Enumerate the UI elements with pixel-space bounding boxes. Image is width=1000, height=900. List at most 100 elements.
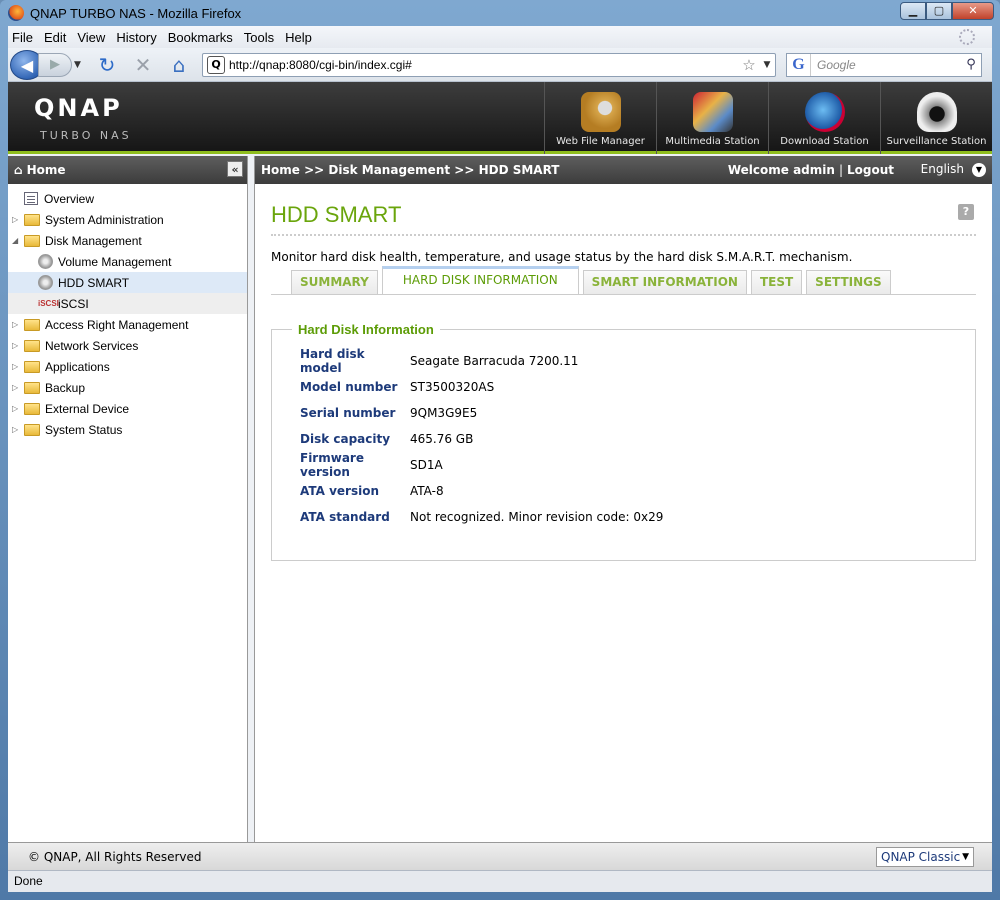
surveillance-station-link[interactable]: Surveillance Station xyxy=(880,82,992,154)
url-bar[interactable]: Q http://qnap:8080/cgi-bin/index.cgi# ☆ … xyxy=(202,52,776,77)
collapse-sidebar-icon[interactable]: « xyxy=(227,161,243,177)
expand-arrow-icon[interactable]: ▷ xyxy=(12,404,24,413)
search-bar[interactable]: G Google ⚲ xyxy=(786,52,982,77)
navigation-toolbar: ◀ ▶ ▼ ↻ ✕ ⌂ Q http://qnap:8080/cgi-bin/i… xyxy=(8,48,992,82)
logout-link[interactable]: Logout xyxy=(847,163,894,177)
info-label: ATA standard xyxy=(300,510,390,524)
expand-arrow-icon[interactable]: ▷ xyxy=(12,383,24,392)
main-panel: Home >> Disk Management >> HDD SMART Wel… xyxy=(254,156,992,842)
sidebar-item-hdd-smart[interactable]: HDD SMART xyxy=(8,272,247,293)
info-value: 9QM3G9E5 xyxy=(410,406,478,420)
status-bar: Done xyxy=(8,870,992,892)
tab-test[interactable]: TEST xyxy=(750,270,803,294)
sidebar-item-network-services[interactable]: ▷ Network Services xyxy=(8,335,247,356)
sidebar-item-applications[interactable]: ▷ Applications xyxy=(8,356,247,377)
throbber-icon xyxy=(959,29,975,45)
content-area: HDD SMART ? Monitor hard disk health, te… xyxy=(255,184,992,561)
sidebar-item-external-device[interactable]: ▷ External Device xyxy=(8,398,247,419)
tab-bar: SUMMARY HARD DISK INFORMATION SMART INFO… xyxy=(291,266,976,294)
tab-hard-disk-information[interactable]: HARD DISK INFORMATION xyxy=(381,266,579,294)
download-station-icon xyxy=(804,92,845,132)
sidebar: ⌂ Home « Overview ▷ System Administratio… xyxy=(8,156,248,842)
expand-arrow-icon[interactable]: ▷ xyxy=(12,215,24,224)
reload-icon[interactable]: ↻ xyxy=(92,51,122,79)
help-icon[interactable]: ? xyxy=(958,204,974,220)
tab-settings[interactable]: SETTINGS xyxy=(806,270,891,294)
download-station-link[interactable]: Download Station xyxy=(768,82,880,154)
surveillance-station-icon xyxy=(916,92,957,132)
folder-icon xyxy=(24,423,40,436)
page-title: HDD SMART xyxy=(271,202,976,236)
status-text: Done xyxy=(14,874,43,888)
folder-icon xyxy=(24,402,40,415)
info-row: Model number ST3500320AS xyxy=(300,374,975,400)
sidebar-item-backup[interactable]: ▷ Backup xyxy=(8,377,247,398)
info-row: Firmware version SD1A xyxy=(300,451,975,479)
close-button[interactable]: ✕ xyxy=(952,2,994,20)
search-input[interactable]: Google xyxy=(811,58,961,72)
info-label: Model number xyxy=(300,380,398,394)
tab-summary[interactable]: SUMMARY xyxy=(291,270,378,294)
info-row: Hard disk model Seagate Barracuda 7200.1… xyxy=(300,347,975,375)
history-dropdown-icon[interactable]: ▼ xyxy=(74,60,86,70)
home-icon[interactable]: ⌂ xyxy=(164,51,194,79)
url-dropdown-icon[interactable]: ▼ xyxy=(759,60,775,70)
menu-bookmarks[interactable]: Bookmarks xyxy=(168,30,233,45)
minimize-button[interactable]: ▁ xyxy=(900,2,926,20)
iscsi-icon: iSCSI xyxy=(38,299,59,308)
info-value: ATA-8 xyxy=(410,484,444,498)
stop-icon[interactable]: ✕ xyxy=(128,51,158,79)
firefox-icon xyxy=(8,5,24,21)
sidebar-item-overview[interactable]: Overview xyxy=(8,188,247,209)
menu-help[interactable]: Help xyxy=(285,30,312,45)
browser-client: File Edit View History Bookmarks Tools H… xyxy=(8,26,992,892)
page-description: Monitor hard disk health, temperature, a… xyxy=(271,250,853,264)
folder-icon xyxy=(24,339,40,352)
folder-icon xyxy=(24,360,40,373)
sidebar-item-volume-management[interactable]: Volume Management xyxy=(8,251,247,272)
expand-arrow-icon[interactable]: ▷ xyxy=(12,320,24,329)
bookmark-star-icon[interactable]: ☆ xyxy=(739,56,759,74)
folder-open-icon xyxy=(24,234,40,247)
expand-arrow-icon[interactable]: ▷ xyxy=(12,341,24,350)
multimedia-station-link[interactable]: Multimedia Station xyxy=(656,82,768,154)
menu-edit[interactable]: Edit xyxy=(44,30,66,45)
web-file-manager-link[interactable]: Web File Manager xyxy=(544,82,656,154)
menu-view[interactable]: View xyxy=(77,30,105,45)
info-label: Disk capacity xyxy=(300,432,391,446)
sidebar-item-disk-management[interactable]: ◢ Disk Management xyxy=(8,230,247,251)
qnap-subtitle: TURBO NAS xyxy=(40,129,132,142)
expand-arrow-icon[interactable]: ▷ xyxy=(12,425,24,434)
menu-tools[interactable]: Tools xyxy=(244,30,274,45)
forward-button[interactable]: ▶ xyxy=(38,52,72,77)
maximize-button[interactable]: ▢ xyxy=(926,2,952,20)
url-input[interactable]: http://qnap:8080/cgi-bin/index.cgi# xyxy=(229,58,739,72)
sidebar-item-access-right-management[interactable]: ▷ Access Right Management xyxy=(8,314,247,335)
google-engine-icon[interactable]: G xyxy=(787,53,811,76)
sidebar-item-system-status[interactable]: ▷ System Status xyxy=(8,419,247,440)
info-value: Not recognized. Minor revision code: 0x2… xyxy=(410,510,664,524)
tab-smart-information[interactable]: SMART INFORMATION xyxy=(582,270,747,294)
window-title: QNAP TURBO NAS - Mozilla Firefox xyxy=(30,5,242,21)
sidebar-item-system-administration[interactable]: ▷ System Administration xyxy=(8,209,247,230)
expand-arrow-icon[interactable]: ▷ xyxy=(12,362,24,371)
chevron-down-icon: ▼ xyxy=(962,852,969,862)
info-label: ATA version xyxy=(300,484,379,498)
breadcrumb: Home >> Disk Management >> HDD SMART xyxy=(261,163,560,177)
search-icon[interactable]: ⚲ xyxy=(961,57,981,72)
breadcrumb-bar: Home >> Disk Management >> HDD SMART Wel… xyxy=(255,156,992,184)
theme-select[interactable]: QNAP Classic ▼ xyxy=(876,847,974,867)
page-footer: © QNAP, All Rights Reserved QNAP Classic… xyxy=(8,842,992,870)
sidebar-item-iscsi[interactable]: iSCSI iSCSI xyxy=(8,293,247,314)
qnap-header: QNAP TURBO NAS Web File Manager Multimed… xyxy=(8,82,992,154)
language-label[interactable]: English xyxy=(921,162,964,176)
info-label: Hard disk model xyxy=(300,347,365,375)
browser-window: QNAP TURBO NAS - Mozilla Firefox ▁ ▢ ✕ F… xyxy=(0,0,1000,900)
menu-history[interactable]: History xyxy=(116,30,156,45)
collapse-arrow-icon[interactable]: ◢ xyxy=(12,236,24,245)
info-row: ATA version ATA-8 xyxy=(300,478,975,504)
welcome-text: Welcome admin xyxy=(727,163,835,177)
menu-file[interactable]: File xyxy=(12,30,33,45)
info-value: Seagate Barracuda 7200.11 xyxy=(410,354,579,368)
language-dropdown-icon[interactable]: ▼ xyxy=(972,163,986,177)
